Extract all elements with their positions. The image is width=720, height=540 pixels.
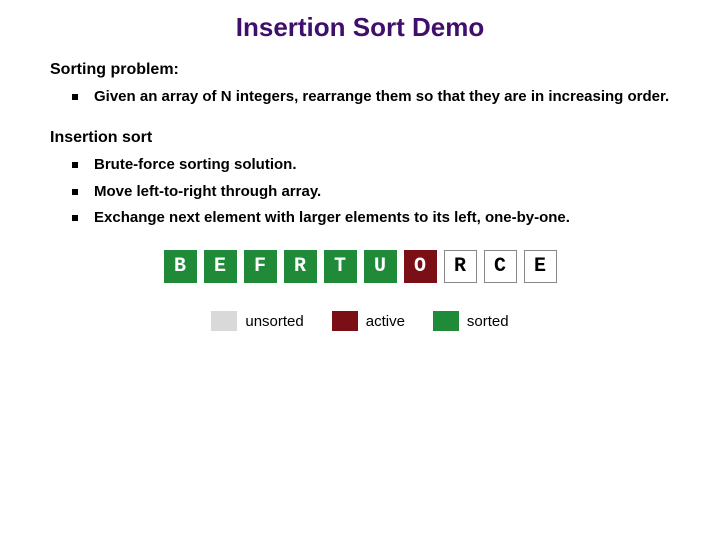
section-sorting-problem-heading: Sorting problem: <box>50 61 720 79</box>
sorting-problem-bullets: Given an array of N integers, rearrange … <box>72 87 680 107</box>
array-cell: B <box>164 250 197 283</box>
legend: unsorted active sorted <box>0 311 720 331</box>
section-insertion-sort-heading: Insertion sort <box>50 129 720 147</box>
array-cell: E <box>204 250 237 283</box>
insertion-sort-bullets: Brute-force sorting solution. Move left-… <box>72 155 680 228</box>
legend-label: unsorted <box>245 313 303 330</box>
list-item: Brute-force sorting solution. <box>72 155 680 175</box>
list-item: Given an array of N integers, rearrange … <box>72 87 680 107</box>
array-cell: C <box>484 250 517 283</box>
array-cell: R <box>284 250 317 283</box>
legend-item-active: active <box>332 311 405 331</box>
swatch-sorted-icon <box>433 311 459 331</box>
list-item: Move left-to-right through array. <box>72 182 680 202</box>
array-cell: R <box>444 250 477 283</box>
array-cell: F <box>244 250 277 283</box>
array-cell: T <box>324 250 357 283</box>
list-item: Exchange next element with larger elemen… <box>72 208 680 228</box>
array-visualization: B E F R T U O R C E <box>0 250 720 283</box>
legend-label: active <box>366 313 405 330</box>
legend-item-sorted: sorted <box>433 311 509 331</box>
array-cell: O <box>404 250 437 283</box>
swatch-unsorted-icon <box>211 311 237 331</box>
slide-title: Insertion Sort Demo <box>0 0 720 61</box>
array-cell: U <box>364 250 397 283</box>
legend-label: sorted <box>467 313 509 330</box>
legend-item-unsorted: unsorted <box>211 311 303 331</box>
swatch-active-icon <box>332 311 358 331</box>
array-cell: E <box>524 250 557 283</box>
